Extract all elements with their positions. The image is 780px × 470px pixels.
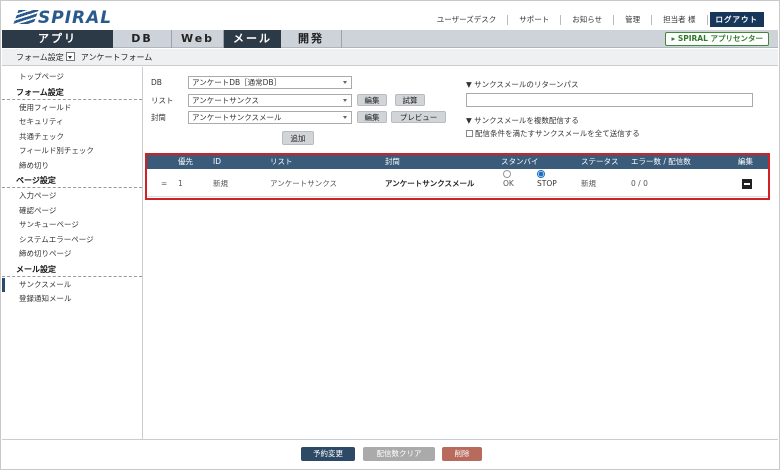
list-row: リスト アンケートサンクス 編集 試算 [151,94,451,107]
multi-send-option[interactable]: 配信条件を満たすサンクスメールを全て送信する [466,129,640,139]
main-nav: アプリ DB Web メール 開発 ▸ SPIRAL アプリセンター [2,30,778,48]
app-center-button[interactable]: ▸ SPIRAL アプリセンター [665,32,769,46]
row-priority: 1 [178,179,183,188]
thanks-mail-table: 優先 ID リスト 封筒 スタンバイ ステータス エラー数 / 配信数 編集 =… [145,153,770,200]
col-list: リスト [270,157,293,166]
add-button[interactable]: 追加 [282,131,314,145]
sidebar-section-mail: メール設定 [2,262,142,277]
support-link[interactable]: サポート [508,14,562,25]
app-window: SPIRAL ユーザーズデスク サポート お知らせ 管理 担当者 様 ログアウト… [0,0,780,470]
user-name-label: 担当者 様 [652,14,708,25]
list-edit-button[interactable]: 編集 [357,94,387,106]
breadcrumb-form-settings[interactable]: フォーム設定 [16,53,64,62]
multi-send-title: ▼ サンクスメールを複数配信する [466,116,579,125]
delete-button[interactable]: 削除 [442,447,482,461]
row-subject: アンケートサンクスメール [385,179,475,188]
logout-button[interactable]: ログアウト [709,12,764,27]
standby-stop-label: STOP [537,179,557,188]
spiral-logo[interactable]: SPIRAL [13,8,113,28]
chevron-down-icon[interactable] [65,52,75,61]
tab-db[interactable]: DB [113,30,172,48]
return-path-title: ▼ サンクスメールのリターンパス [466,80,579,89]
return-path-input[interactable] [466,93,753,107]
breadcrumb: フォーム設定 アンケートフォーム [2,49,778,66]
sidebar-item-deadline-page[interactable]: 締め切りページ [2,247,142,262]
drag-handle-icon[interactable]: = [161,170,167,197]
main-content: DB アンケートDB［通常DB］ リスト アンケートサンクス 編集 試算 封筒 … [144,67,778,439]
sidebar-item-common-check[interactable]: 共通チェック [2,130,142,145]
col-standby: スタンバイ [501,157,539,166]
sidebar-item-confirm-page[interactable]: 確認ページ [2,204,142,219]
subject-select[interactable]: アンケートサンクスメール [188,111,352,124]
sidebar-section-page: ページ設定 [2,173,142,188]
delete-row-icon[interactable] [742,179,752,189]
tab-mail[interactable]: メール [224,30,281,48]
sidebar-item-top[interactable]: トップページ [2,70,142,85]
sidebar-item-input-page[interactable]: 入力ページ [2,189,142,204]
breadcrumb-current: アンケートフォーム [80,53,153,62]
header-links: ユーザーズデスク サポート お知らせ 管理 担当者 様 ログアウト [426,12,764,27]
footer-actions: 予約変更 配信数クリア 削除 [2,439,778,469]
row-id: 新規 [213,179,228,188]
col-edit: 編集 [738,157,753,166]
sidebar-item-security[interactable]: セキュリティ [2,115,142,130]
test-button[interactable]: 試算 [395,94,425,106]
col-id: ID [213,157,221,166]
clear-count-button[interactable]: 配信数クリア [363,447,435,461]
tab-web[interactable]: Web [172,30,224,48]
tab-app[interactable]: アプリ [2,30,113,48]
multi-send-checkbox-label: 配信条件を満たすサンクスメールを全て送信する [475,129,640,138]
sidebar-section-form: フォーム設定 [2,85,142,100]
table-header: 優先 ID リスト 封筒 スタンバイ ステータス エラー数 / 配信数 編集 [147,155,768,169]
sidebar-item-thanks-mail[interactable]: サンクスメール [2,277,142,292]
news-link[interactable]: お知らせ [561,14,615,25]
sidebar-item-fields[interactable]: 使用フィールド [2,101,142,116]
standby-ok-label: OK [503,179,514,188]
top-header: SPIRAL ユーザーズデスク サポート お知らせ 管理 担当者 様 ログアウト [2,2,778,30]
logo-text: SPIRAL [38,8,113,28]
sidebar-item-field-check[interactable]: フィールド別チェック [2,144,142,159]
row-list: アンケートサンクス [270,179,337,188]
reserve-change-button[interactable]: 予約変更 [301,447,355,461]
preview-button[interactable]: プレビュー [391,111,446,123]
row-counts: 0 / 0 [631,179,648,188]
col-subject: 封筒 [385,157,400,166]
db-label: DB [151,78,162,87]
db-row: DB アンケートDB［通常DB］ [151,76,361,89]
col-priority: 優先 [178,157,193,166]
sidebar: トップページ フォーム設定 使用フィールド セキュリティ 共通チェック フィール… [2,67,143,439]
sidebar-item-error-page[interactable]: システムエラーページ [2,233,142,248]
sidebar-item-deadline[interactable]: 締め切り [2,159,142,174]
list-select[interactable]: アンケートサンクス [188,94,352,107]
subject-label: 封筒 [151,113,166,122]
subject-edit-button[interactable]: 編集 [357,111,387,123]
multi-send-checkbox[interactable] [466,130,473,137]
table-row[interactable]: = 1 新規 アンケートサンクス アンケートサンクスメール OK STOP 新規… [147,170,768,197]
tab-dev[interactable]: 開発 [281,30,342,48]
list-label: リスト [151,96,174,105]
admin-link[interactable]: 管理 [614,14,653,25]
col-status: ステータス [581,157,619,166]
row-status: 新規 [581,179,596,188]
logo-stripes-icon [13,10,39,24]
subject-row: 封筒 アンケートサンクスメール 編集 プレビュー [151,111,451,124]
db-select[interactable]: アンケートDB［通常DB］ [188,76,352,89]
sidebar-item-notify-mail[interactable]: 登録通知メール [2,292,142,307]
sidebar-item-thanks-page[interactable]: サンキューページ [2,218,142,233]
col-counts: エラー数 / 配信数 [631,157,691,166]
users-desk-link[interactable]: ユーザーズデスク [426,14,509,25]
